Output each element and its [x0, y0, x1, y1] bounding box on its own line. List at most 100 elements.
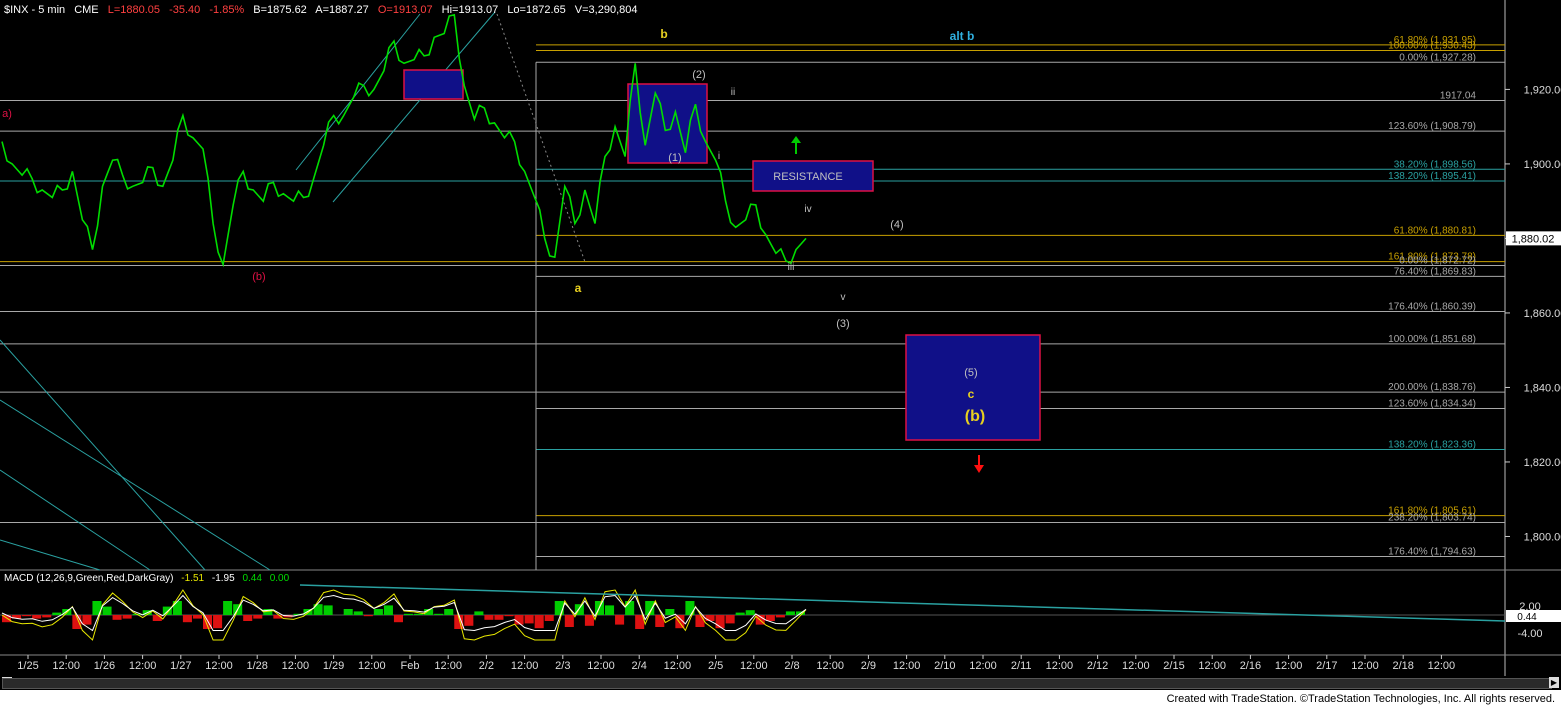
macd-histogram-bar	[323, 605, 333, 615]
macd-value-2: -1.95	[211, 573, 235, 584]
x-tick-label: 12:00	[816, 660, 844, 672]
macd-histogram-bar	[725, 615, 735, 624]
fib-level-label: 138.20% (1,895.41)	[1388, 171, 1476, 182]
symbol-label: $INX - 5 min	[4, 4, 66, 16]
y-tick-label: 1,900.00	[1524, 159, 1561, 171]
macd-histogram-bar	[122, 615, 132, 619]
fib-level-label: 138.20% (1,823.36)	[1388, 439, 1476, 450]
fib-level-label: 200.00% (1,838.76)	[1388, 382, 1476, 393]
macd-histogram-bar	[534, 615, 544, 629]
x-tick-label: 2/12	[1087, 660, 1108, 672]
x-tick-label: 2/17	[1316, 660, 1337, 672]
macd-histogram-bar	[775, 615, 785, 618]
macd-histogram-bar	[343, 609, 353, 615]
macd-histogram-bar	[474, 611, 484, 615]
wave-annotation: (5)	[964, 367, 977, 379]
x-tick-label: 2/8	[784, 660, 799, 672]
x-tick-label: 12:00	[129, 660, 157, 672]
x-tick-label: 12:00	[205, 660, 233, 672]
x-tick-label: 12:00	[1046, 660, 1074, 672]
x-tick-label: 12:00	[511, 660, 539, 672]
scroll-right-icon[interactable]: ▶	[1549, 677, 1559, 688]
bid-value: B=1875.62	[253, 4, 307, 16]
macd-histogram-bar	[504, 615, 514, 617]
macd-histogram-bar	[434, 613, 444, 615]
x-tick-label: 2/18	[1392, 660, 1413, 672]
macd-histogram-bar	[444, 609, 454, 615]
x-tick-label: 12:00	[1351, 660, 1379, 672]
macd-histogram-bar	[353, 611, 363, 615]
macd-histogram-bar	[745, 610, 755, 615]
macd-histogram-bar	[32, 615, 42, 619]
wave-annotation: iii	[788, 262, 795, 273]
macd-histogram-bar	[393, 615, 403, 623]
wave-annotation: b	[660, 27, 667, 41]
x-tick-label: 12:00	[434, 660, 462, 672]
macd-value-tag-label: 0.44	[1517, 612, 1537, 623]
exchange-label: CME	[74, 4, 99, 16]
open-value: O=1913.07	[377, 4, 433, 16]
wave-annotation: (1)	[668, 152, 681, 164]
macd-histogram-bar	[243, 615, 253, 621]
x-tick-label: 2/10	[934, 660, 955, 672]
high-value: Hi=1913.07	[441, 4, 499, 16]
scroll-thumb[interactable]	[2, 678, 1552, 689]
macd-histogram-bar	[22, 615, 32, 617]
fib-level-label: 0.00% (1,872.72)	[1399, 256, 1476, 267]
x-tick-label: 12:00	[969, 660, 997, 672]
change-value: -35.40	[169, 4, 201, 16]
x-tick-label: 12:00	[358, 660, 386, 672]
macd-histogram-bar	[625, 601, 635, 615]
wave-annotation: c	[968, 387, 975, 401]
macd-histogram-bar	[373, 609, 383, 615]
x-tick-label: 12:00	[1275, 660, 1303, 672]
x-tick-label: 2/2	[479, 660, 494, 672]
macd-header: MACD (12,26,9,Green,Red,DarkGray) -1.51 …	[4, 573, 294, 584]
time-scrollbar[interactable]: ◀ ▶	[0, 676, 1561, 690]
x-tick-label: 2/5	[708, 660, 723, 672]
x-tick-label: 12:00	[1428, 660, 1456, 672]
wave-annotation: (b)	[252, 271, 265, 283]
macd-value-1: -1.51	[181, 573, 205, 584]
y-tick-label: 1,820.00	[1524, 457, 1561, 469]
macd-histogram-bar	[223, 601, 233, 615]
y-tick-label: 1,840.00	[1524, 382, 1561, 394]
wave-annotation: (2)	[692, 69, 705, 81]
y-tick-label: 1,800.00	[1524, 531, 1561, 543]
macd-histogram-bar	[464, 615, 474, 626]
macd-histogram-bar	[494, 615, 504, 620]
fib-level-label: 100.00% (1,930.43)	[1388, 41, 1476, 52]
wave-annotation: ii	[731, 87, 735, 98]
macd-histogram-bar	[253, 615, 263, 619]
macd-histogram-bar	[52, 612, 62, 615]
fib-level-label: 0.00% (1,927.28)	[1399, 52, 1476, 63]
y-tick-label: 1,920.00	[1524, 84, 1561, 96]
last-price-tag-label: 1,880.02	[1512, 233, 1555, 245]
macd-histogram-bar	[554, 601, 564, 615]
fib-level-label: 176.40% (1,860.39)	[1388, 301, 1476, 312]
price-chart: 1,920.001,900.001,880.001,860.001,840.00…	[0, 0, 1561, 705]
footer-credit: Created with TradeStation. ©TradeStation…	[1166, 693, 1555, 705]
x-tick-label: 1/25	[17, 660, 38, 672]
x-tick-label: 12:00	[587, 660, 615, 672]
macd-histogram-bar	[213, 615, 223, 629]
fib-level-label: 176.40% (1,794.63)	[1388, 546, 1476, 557]
macd-histogram-bar	[735, 612, 745, 615]
x-tick-label: 1/28	[246, 660, 267, 672]
fib-level-label: 61.80% (1,880.81)	[1394, 225, 1476, 236]
x-tick-label: Feb	[401, 660, 420, 672]
macd-histogram-bar	[192, 615, 202, 619]
macd-histogram-bar	[705, 615, 715, 621]
fib-level-label: 123.60% (1,908.79)	[1388, 121, 1476, 132]
macd-histogram-bar	[785, 611, 795, 615]
macd-histogram-bar	[363, 615, 373, 617]
fib-level-label: 38.20% (1,898.56)	[1394, 159, 1476, 170]
macd-label: MACD (12,26,9,Green,Red,DarkGray)	[4, 573, 174, 584]
wave-annotation: alt b	[950, 29, 975, 43]
wave-annotation: RESISTANCE	[773, 171, 842, 183]
macd-histogram-bar	[564, 615, 574, 627]
x-tick-label: 12:00	[893, 660, 921, 672]
fib-level-label: 1917.04	[1440, 90, 1477, 101]
macd-histogram-bar	[112, 615, 122, 620]
fib-level-label: 238.20% (1,803.74)	[1388, 513, 1476, 524]
